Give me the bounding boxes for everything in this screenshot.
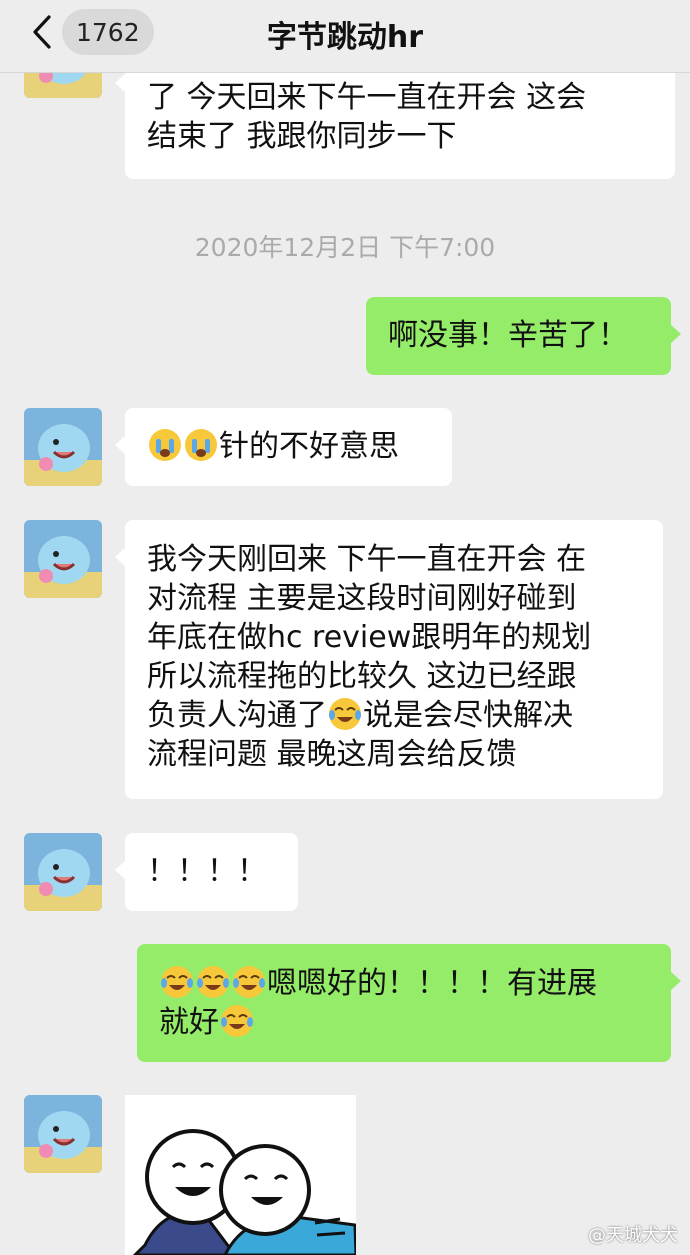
message-line: 所以流程拖的比较久 这边已经跟 (147, 659, 577, 694)
crying-laughing-face-icon (160, 965, 194, 999)
hugging-figures-sticker[interactable] (125, 1095, 356, 1255)
crying-laughing-face-icon (328, 697, 362, 731)
crying-laughing-face-icon (220, 1004, 254, 1038)
crying-laughing-face-icon (232, 965, 266, 999)
contact-avatar[interactable] (24, 408, 102, 486)
message-line: 就好 (159, 1003, 649, 1042)
message-line: 嗯嗯好的！！！！有进展 (159, 964, 649, 1003)
message-bubble-outgoing[interactable]: 啊没事！辛苦了！ (366, 297, 681, 375)
message-bubble-incoming[interactable]: 针的不好意思 (115, 408, 452, 486)
message-line: 年底在做hc review跟明年的规划 (147, 620, 592, 655)
message-line: 了 今天回来下午一直在开会 这会 (147, 80, 587, 115)
message-text: 针的不好意思 (219, 429, 399, 464)
contact-avatar[interactable] (24, 1095, 102, 1173)
back-button[interactable]: 1762 (22, 8, 154, 56)
message-timestamp: 2020年12月2日 下午7:00 (194, 233, 496, 262)
message-bubble-outgoing[interactable]: 嗯嗯好的！！！！有进展 就好 (137, 944, 681, 1062)
chat-header: 1762 字节跳动hr (0, 0, 690, 73)
crying-face-icon (148, 428, 182, 462)
contact-avatar[interactable] (24, 520, 102, 598)
contact-avatar[interactable] (24, 833, 102, 911)
message-line: 流程问题 最晚这周会给反馈 (147, 737, 517, 772)
watermark: @天城犬犬 (588, 1225, 678, 1246)
chevron-left-icon (22, 8, 62, 56)
message-line: 对流程 主要是这段时间刚好碰到 (147, 581, 577, 616)
message-line: 负责人沟通了 说是会尽快解决 (147, 697, 573, 733)
message-bubble-incoming[interactable]: 我今天刚回来 下午一直在开会 在 对流程 主要是这段时间刚好碰到 年底在做hc … (115, 520, 663, 799)
message-line: 我今天刚回来 下午一直在开会 在 (147, 542, 587, 577)
crying-face-icon (184, 428, 218, 462)
crying-laughing-face-icon (196, 965, 230, 999)
unread-count-badge[interactable]: 1762 (62, 9, 154, 55)
message-line: 结束了 我跟你同步一下 (147, 119, 457, 154)
message-bubble-incoming[interactable]: ！！！！ (115, 833, 298, 911)
